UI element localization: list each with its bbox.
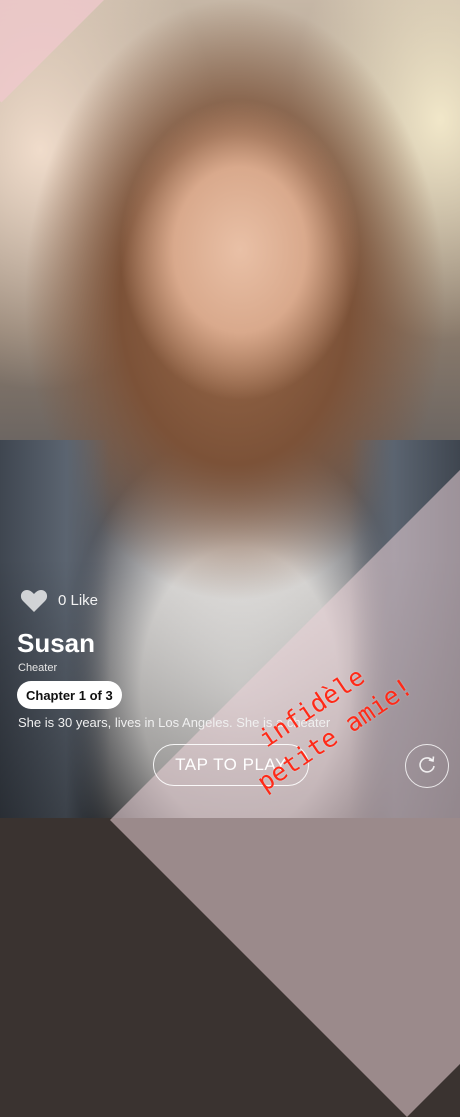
like-count: 0 Like xyxy=(58,592,99,609)
heart-icon[interactable] xyxy=(20,588,48,613)
replay-button[interactable] xyxy=(405,744,449,788)
profile-tagline: Cheater xyxy=(18,662,58,674)
chapter-badge: Chapter 1 of 3 xyxy=(17,681,122,709)
replay-icon xyxy=(417,754,437,779)
like-row[interactable]: 0 Like xyxy=(20,588,98,613)
profile-name: Susan xyxy=(17,628,96,658)
